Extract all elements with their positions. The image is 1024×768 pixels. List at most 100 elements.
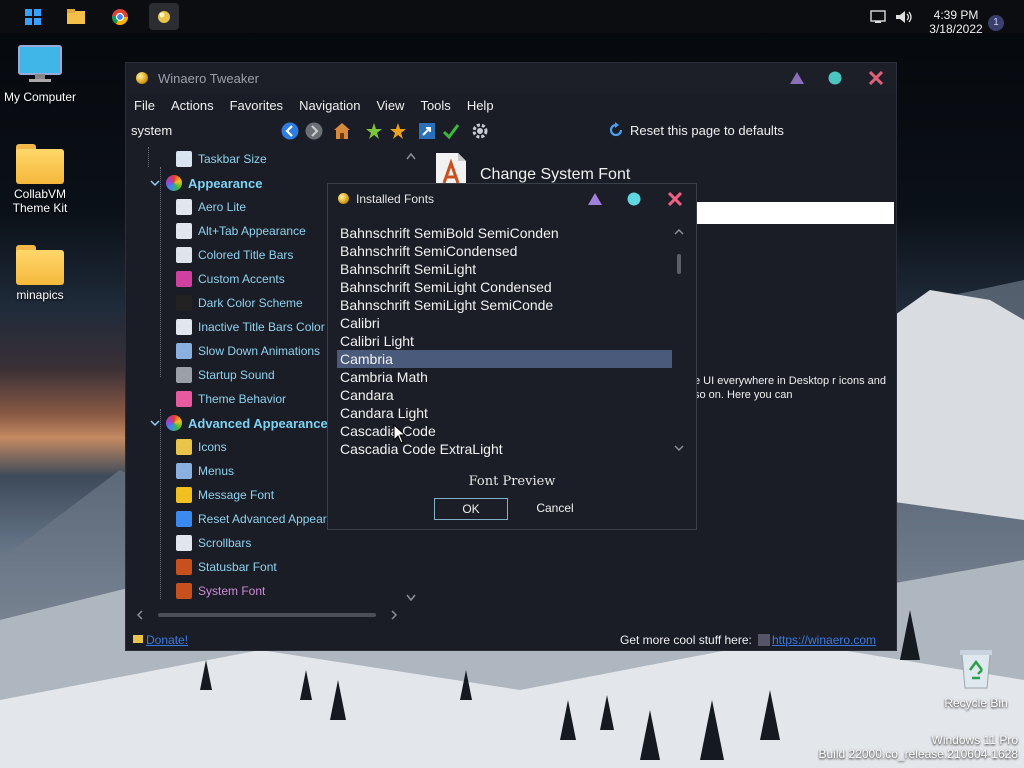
watermark-edition: Windows 11 Pro	[931, 733, 1018, 747]
menu-view[interactable]: View	[369, 94, 413, 116]
desktop-icon-label: Recycle Bin	[944, 696, 1008, 710]
home-button[interactable]	[332, 121, 352, 141]
tree-horizontal-scrollbar[interactable]	[136, 608, 406, 620]
add-favorite-button[interactable]	[364, 121, 384, 141]
menu-navigation[interactable]: Navigation	[291, 94, 368, 116]
font-list-item[interactable]: Calibri Light	[337, 332, 672, 350]
font-list-item[interactable]: Cascadia Code ExtraLight	[337, 440, 672, 458]
maximize-button[interactable]	[826, 69, 844, 87]
chevron-down-icon[interactable]	[150, 418, 160, 428]
cancel-button[interactable]: Cancel	[518, 498, 592, 520]
start-button[interactable]	[18, 3, 48, 30]
menu-help[interactable]: Help	[459, 94, 502, 116]
tree-item-label: Icons	[198, 440, 227, 454]
tree-item-statusbar-font[interactable]: Statusbar Font	[176, 557, 277, 577]
chevron-down-icon[interactable]	[150, 178, 160, 188]
font-list-item[interactable]: Cambria Math	[337, 368, 672, 386]
shortcut-arrow-icon	[419, 123, 435, 139]
back-button[interactable]	[280, 121, 300, 141]
taskbar-winaero-tweaker[interactable]	[149, 3, 179, 30]
tree-item-custom-accents[interactable]: Custom Accents	[176, 269, 285, 289]
desktop-icon-my-computer[interactable]: My Computer	[0, 44, 80, 104]
menu-favorites[interactable]: Favorites	[222, 94, 291, 116]
tree-item-slow-down-animations[interactable]: Slow Down Animations	[176, 341, 320, 361]
taskbar-file-explorer[interactable]	[61, 3, 91, 30]
shortcut-button[interactable]	[417, 121, 437, 141]
tree-item-startup-sound[interactable]: Startup Sound	[176, 365, 275, 385]
folder-icon	[16, 144, 64, 184]
volume-icon[interactable]	[895, 0, 913, 33]
tree-item-theme-behavior[interactable]: Theme Behavior	[176, 389, 286, 409]
font-list-item[interactable]: Cascadia Code	[337, 422, 672, 440]
desktop-icon-label: CollabVM Theme Kit	[12, 187, 68, 215]
notification-badge[interactable]: 1	[988, 15, 1004, 31]
font-list-item[interactable]: Calibri	[337, 314, 672, 332]
tree-item-scrollbars[interactable]: Scrollbars	[176, 533, 251, 553]
tree-item-menus[interactable]: Menus	[176, 461, 234, 481]
menu-actions[interactable]: Actions	[163, 94, 222, 116]
font-list-item[interactable]: Bahnschrift SemiBold SemiConden	[337, 224, 672, 242]
tree-item-dark-color-scheme[interactable]: Dark Color Scheme	[176, 293, 303, 313]
forward-arrow-icon	[305, 122, 323, 140]
dialog-maximize-button[interactable]	[625, 190, 643, 208]
menu-tools[interactable]: Tools	[412, 94, 458, 116]
font-list-item[interactable]: Bahnschrift SemiLight Condensed	[337, 278, 672, 296]
home-icon	[334, 123, 350, 139]
font-list-item[interactable]: Bahnschrift SemiLight SemiConde	[337, 296, 672, 314]
close-button[interactable]	[867, 69, 885, 87]
tree-item-colored-title-bars[interactable]: Colored Title Bars	[176, 245, 293, 265]
desktop-icon-minapics[interactable]: minapics	[0, 245, 80, 302]
gear-icon	[472, 123, 488, 139]
network-icon[interactable]	[870, 0, 888, 33]
font-list-item[interactable]: Candara Light	[337, 404, 672, 422]
font-list-item[interactable]: Bahnschrift SemiLight	[337, 260, 672, 278]
taskbar-chrome[interactable]	[105, 3, 135, 30]
tree-scroll-down-icon[interactable]	[406, 594, 416, 602]
tree-item-alt-tab-appearance[interactable]: Alt+Tab Appearance	[176, 221, 306, 241]
ok-button[interactable]: OK	[434, 498, 508, 520]
forward-button[interactable]	[304, 121, 324, 141]
tree-item-advanced-appearance-set[interactable]: Advanced Appearance Set	[150, 413, 352, 433]
dialog-minimize-button[interactable]	[586, 190, 604, 208]
tree-item-message-font[interactable]: Message Font	[176, 485, 274, 505]
font-list-item[interactable]: Bahnschrift SemiCondensed	[337, 242, 672, 260]
font-list[interactable]: Bahnschrift SemiBold SemiConden Bahnschri…	[337, 224, 672, 460]
tree-item-inactive-title-bars-color[interactable]: Inactive Title Bars Color	[176, 317, 325, 337]
tree-item-label: Dark Color Scheme	[198, 296, 303, 310]
desktop-icon-collabvm-theme-kit[interactable]: CollabVM Theme Kit	[0, 144, 80, 215]
tweak-icon	[176, 367, 192, 383]
system-clock[interactable]: 4:39 PM 3/18/2022	[926, 8, 986, 36]
favorites-button[interactable]	[388, 121, 408, 141]
tree-item-icons[interactable]: Icons	[176, 437, 227, 457]
menu-file[interactable]: File	[126, 94, 163, 116]
reset-page-button[interactable]: Reset this page to defaults	[608, 122, 784, 138]
window-titlebar[interactable]: Winaero Tweaker	[126, 63, 896, 93]
donate-link[interactable]: Donate!	[146, 633, 188, 647]
tree-item-label: Slow Down Animations	[198, 344, 321, 358]
tree-item-label: Inactive Title Bars Color	[198, 320, 325, 334]
tree-item-label: Aero Lite	[198, 200, 247, 214]
tweak-icon	[176, 295, 192, 311]
tree-item-taskbar-size[interactable]: Taskbar Size	[176, 149, 267, 169]
tree-item-reset-advanced-appearan[interactable]: Reset Advanced Appearan	[176, 509, 340, 529]
apply-button[interactable]	[441, 121, 461, 141]
desktop-icon-recycle-bin[interactable]: Recycle Bin	[936, 646, 1016, 710]
tree-item-appearance[interactable]: Appearance	[150, 173, 262, 193]
tree-item-label: Message Font	[198, 488, 275, 502]
dialog-app-icon	[338, 193, 349, 204]
minimize-button[interactable]	[788, 69, 806, 87]
search-input[interactable]: system	[131, 123, 172, 138]
tree-item-system-font[interactable]: System Font	[176, 581, 265, 601]
font-list-scrollbar[interactable]	[672, 224, 686, 460]
font-preview-label: Font Preview	[468, 474, 556, 489]
palette-icon	[166, 415, 182, 431]
winaero-link[interactable]: https://winaero.com	[772, 633, 876, 647]
tree-item-aero-lite[interactable]: Aero Lite	[176, 197, 246, 217]
settings-button[interactable]	[470, 121, 490, 141]
dialog-close-button[interactable]	[666, 190, 684, 208]
monitor-icon	[18, 45, 62, 82]
font-list-item[interactable]: Cambria	[337, 350, 672, 368]
font-name-field[interactable]	[696, 202, 894, 224]
font-list-item[interactable]: Candara	[337, 386, 672, 404]
tree-scroll-up-icon[interactable]	[406, 152, 416, 160]
